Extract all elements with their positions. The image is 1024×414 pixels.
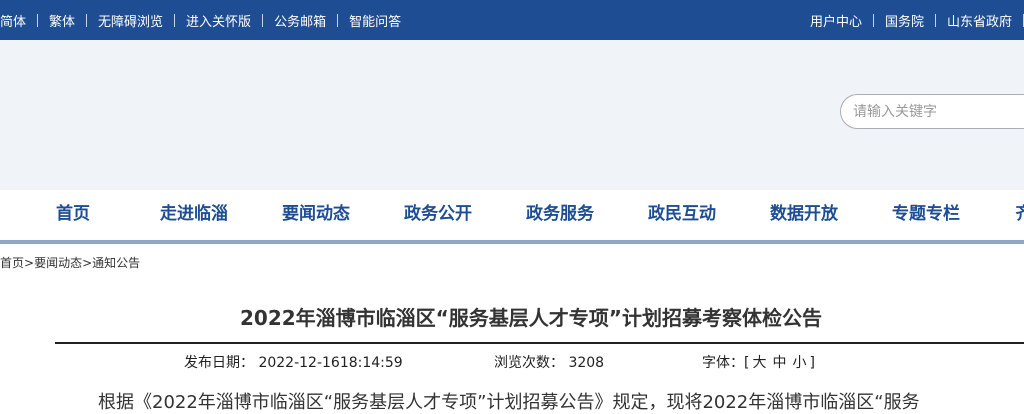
breadcrumb-separator: > — [24, 256, 34, 270]
nav-more[interactable]: 齐 — [1016, 190, 1024, 238]
breadcrumb-news[interactable]: 要闻动态 — [34, 256, 82, 270]
separator — [86, 14, 87, 27]
view-count-label: 浏览次数： — [494, 355, 564, 371]
publish-date-value: 2022-12-1618:14:59 — [258, 355, 402, 371]
title-divider — [55, 342, 1024, 344]
top-bar: 简体 繁体 无障碍浏览 进入关怀版 公务邮箱 智能问答 用户中心 国务院 山东省… — [0, 0, 1024, 40]
article-title: 2022年淄博市临淄区“服务基层人才专项”计划招募考察体检公告 — [240, 302, 822, 331]
font-size-label: 字体： — [702, 355, 744, 371]
article-body-first-line: 根据《2022年淄博市临淄区“服务基层人才专项”计划招募公告》规定，现将2022… — [98, 388, 920, 414]
publish-date-label: 发布日期： — [184, 355, 254, 371]
nav-interaction[interactable]: 政民互动 — [648, 190, 716, 238]
main-nav: 首页 走进临淄 要闻动态 政务公开 政务服务 政民互动 数据开放 专题专栏 齐 — [0, 190, 1024, 240]
link-traditional[interactable]: 繁体 — [49, 11, 75, 30]
font-size-switcher: 字体：[大中小] — [702, 352, 815, 372]
link-accessible[interactable]: 无障碍浏览 — [98, 11, 163, 30]
nav-gov-services[interactable]: 政务服务 — [526, 190, 594, 238]
link-state-council[interactable]: 国务院 — [885, 11, 924, 30]
breadcrumb: 首页>要闻动态>通知公告 — [0, 254, 140, 271]
separator — [935, 14, 936, 27]
nav-news[interactable]: 要闻动态 — [282, 190, 350, 238]
link-user-center[interactable]: 用户中心 — [810, 11, 862, 30]
breadcrumb-separator: > — [82, 256, 92, 270]
nav-about-linzi[interactable]: 走进临淄 — [160, 190, 228, 238]
breadcrumb-notices[interactable]: 通知公告 — [92, 256, 140, 270]
nav-open-data[interactable]: 数据开放 — [770, 190, 838, 238]
nav-special-topics[interactable]: 专题专栏 — [892, 190, 960, 238]
separator — [337, 14, 338, 27]
view-count-value: 3208 — [568, 355, 604, 371]
font-large-button[interactable]: 大 — [752, 355, 766, 371]
separator — [37, 14, 38, 27]
link-smart-qa[interactable]: 智能问答 — [349, 11, 401, 30]
separator — [262, 14, 263, 27]
top-bar-right-links: 用户中心 国务院 山东省政府 — [810, 0, 1024, 40]
search-input[interactable] — [840, 94, 1024, 129]
link-shandong-gov[interactable]: 山东省政府 — [947, 11, 1012, 30]
nav-underline — [0, 240, 1024, 244]
bracket-open: [ — [744, 355, 749, 371]
separator — [873, 14, 874, 27]
separator — [174, 14, 175, 27]
top-bar-left-links: 简体 繁体 无障碍浏览 进入关怀版 公务邮箱 智能问答 — [0, 0, 401, 40]
breadcrumb-home[interactable]: 首页 — [0, 256, 24, 270]
link-simplified[interactable]: 简体 — [0, 11, 26, 30]
nav-home[interactable]: 首页 — [56, 190, 90, 238]
view-count: 浏览次数： 3208 — [494, 352, 604, 372]
bracket-close: ] — [809, 355, 814, 371]
link-official-mail[interactable]: 公务邮箱 — [274, 11, 326, 30]
publish-date: 发布日期： 2022-12-1618:14:59 — [184, 352, 403, 372]
font-medium-button[interactable]: 中 — [772, 355, 786, 371]
font-small-button[interactable]: 小 — [792, 355, 806, 371]
nav-gov-open[interactable]: 政务公开 — [404, 190, 472, 238]
link-care-mode[interactable]: 进入关怀版 — [186, 11, 251, 30]
